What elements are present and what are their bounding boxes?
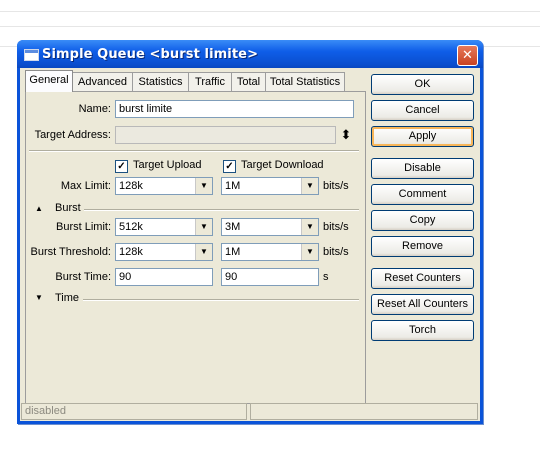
reset-counters-button[interactable]: Reset Counters xyxy=(371,268,474,289)
burst-time-upload-input[interactable]: 90 xyxy=(115,268,213,286)
target-address-label: Target Address: xyxy=(34,129,111,141)
burst-limit-upload-select[interactable]: 512k ▼ xyxy=(115,218,213,236)
max-limit-download-value: 1M xyxy=(225,180,241,192)
close-icon[interactable]: ✕ xyxy=(457,45,478,66)
reset-all-counters-button[interactable]: Reset All Counters xyxy=(371,294,474,315)
comment-button[interactable]: Comment xyxy=(371,184,474,205)
burst-section-label: Burst xyxy=(55,202,81,214)
tab-advanced[interactable]: Advanced xyxy=(72,72,133,91)
target-upload-label: Target Upload xyxy=(133,159,202,171)
divider xyxy=(84,209,359,211)
dropdown-icon[interactable]: ▼ xyxy=(301,219,318,235)
burst-time-unit: s xyxy=(323,271,329,283)
status-left: disabled xyxy=(21,403,247,420)
disable-button[interactable]: Disable xyxy=(371,158,474,179)
expand-icon[interactable]: ▼ xyxy=(35,293,43,302)
tab-total-statistics[interactable]: Total Statistics xyxy=(265,72,345,91)
divider xyxy=(83,299,359,301)
burst-threshold-label: Burst Threshold: xyxy=(30,246,111,258)
divider xyxy=(29,150,359,152)
tab-total[interactable]: Total xyxy=(231,72,266,91)
name-label: Name: xyxy=(78,103,111,115)
updown-icon[interactable]: ⬍ xyxy=(339,125,353,145)
max-limit-download-select[interactable]: 1M ▼ xyxy=(221,177,319,195)
burst-limit-unit: bits/s xyxy=(323,221,349,233)
tab-general[interactable]: General xyxy=(25,70,73,92)
dropdown-icon[interactable]: ▼ xyxy=(301,178,318,194)
time-section-label: Time xyxy=(55,292,80,304)
cancel-button[interactable]: Cancel xyxy=(371,100,474,121)
tab-statistics[interactable]: Statistics xyxy=(132,72,189,91)
simple-queue-dialog: Simple Queue <burst limite> ✕ General Ad… xyxy=(17,40,483,424)
torch-button[interactable]: Torch xyxy=(371,320,474,341)
window-title: Simple Queue <burst limite> xyxy=(42,47,259,62)
burst-threshold-upload-value: 128k xyxy=(119,246,143,258)
max-limit-upload-select[interactable]: 128k ▼ xyxy=(115,177,213,195)
burst-time-download-input[interactable]: 90 xyxy=(221,268,319,286)
dropdown-icon[interactable]: ▼ xyxy=(195,244,212,260)
remove-button[interactable]: Remove xyxy=(371,236,474,257)
burst-threshold-upload-select[interactable]: 128k ▼ xyxy=(115,243,213,261)
window-icon xyxy=(24,49,39,61)
tab-traffic[interactable]: Traffic xyxy=(188,72,232,91)
dropdown-icon[interactable]: ▼ xyxy=(195,219,212,235)
apply-button[interactable]: Apply xyxy=(371,126,474,147)
burst-threshold-download-value: 1M xyxy=(225,246,241,258)
max-limit-label: Max Limit: xyxy=(60,180,111,192)
burst-limit-download-select[interactable]: 3M ▼ xyxy=(221,218,319,236)
target-download-label: Target Download xyxy=(241,159,324,171)
dropdown-icon[interactable]: ▼ xyxy=(195,178,212,194)
status-right xyxy=(250,403,478,420)
burst-limit-upload-value: 512k xyxy=(119,221,143,233)
name-input[interactable]: burst limite xyxy=(115,100,354,118)
dropdown-icon[interactable]: ▼ xyxy=(301,244,318,260)
max-limit-upload-value: 128k xyxy=(119,180,143,192)
dialog-body: General Advanced Statistics Traffic Tota… xyxy=(20,68,480,421)
target-address-input[interactable] xyxy=(115,126,336,144)
target-download-checkbox[interactable]: ✓ xyxy=(223,160,236,173)
collapse-icon[interactable]: ▲ xyxy=(35,204,43,213)
target-upload-checkbox[interactable]: ✓ xyxy=(115,160,128,173)
burst-threshold-unit: bits/s xyxy=(323,246,349,258)
background-row xyxy=(0,11,540,12)
title-bar[interactable]: Simple Queue <burst limite> ✕ xyxy=(17,40,483,68)
ok-button[interactable]: OK xyxy=(371,74,474,95)
general-tab-panel: Name: burst limite Target Address: ⬍ ✓ T… xyxy=(25,91,366,404)
background-row xyxy=(0,26,540,27)
max-limit-unit: bits/s xyxy=(323,180,349,192)
copy-button[interactable]: Copy xyxy=(371,210,474,231)
burst-limit-download-value: 3M xyxy=(225,221,241,233)
burst-limit-label: Burst Limit: xyxy=(55,221,111,233)
burst-time-label: Burst Time: xyxy=(55,271,111,283)
burst-threshold-download-select[interactable]: 1M ▼ xyxy=(221,243,319,261)
